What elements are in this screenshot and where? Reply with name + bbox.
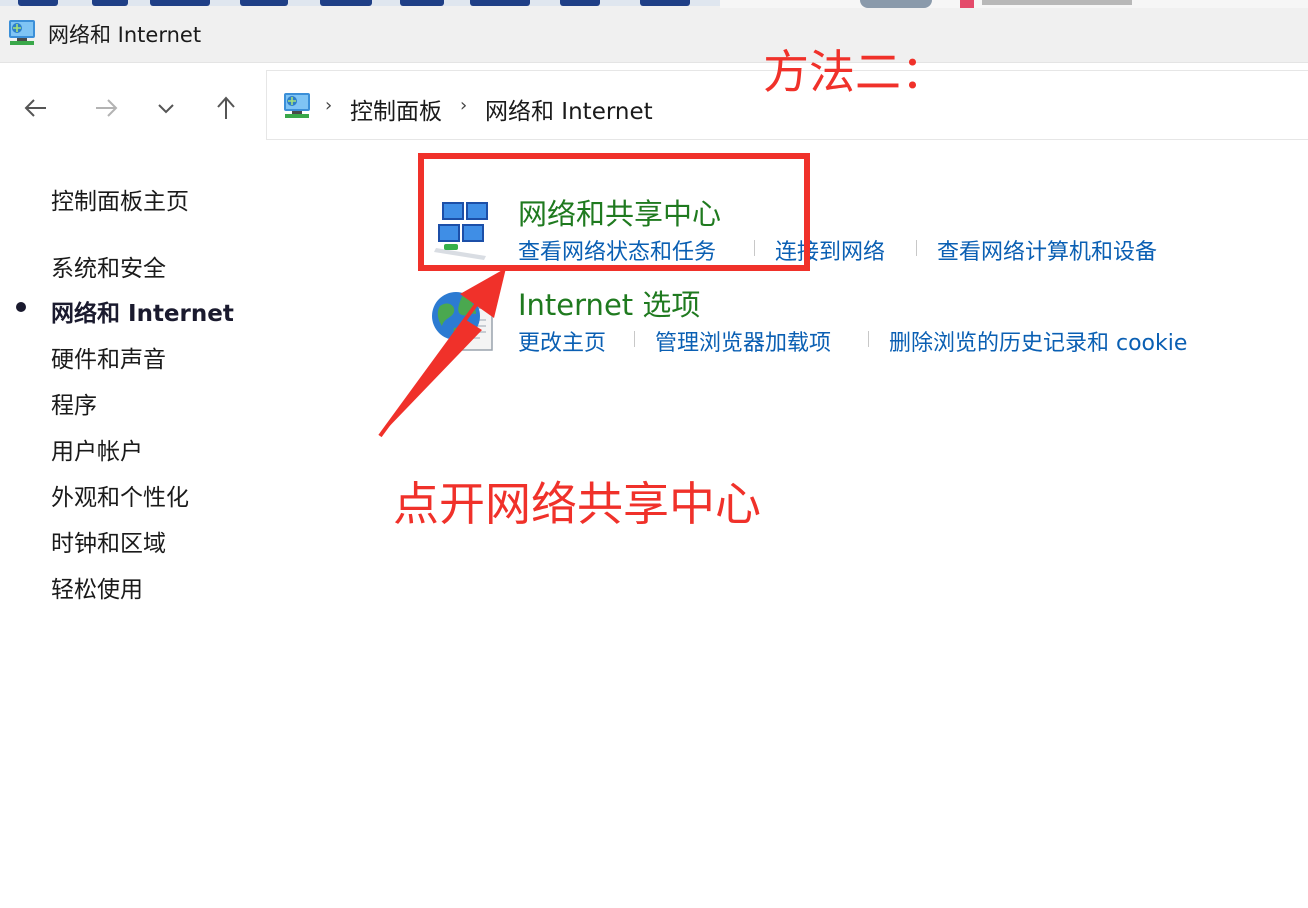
change-homepage-link[interactable]: 更改主页: [518, 325, 606, 357]
manage-add-ons-link[interactable]: 管理浏览器加载项: [655, 325, 831, 357]
annotation-highlight-box: [418, 153, 810, 271]
chevron-down-icon: [158, 104, 174, 114]
breadcrumb-separator-icon[interactable]: ›: [325, 95, 332, 116]
background-taskbar-remnant: [720, 0, 1308, 8]
link-separator: [916, 240, 917, 256]
sidebar-item-hardware-sound[interactable]: 硬件和声音: [51, 340, 166, 374]
annotation-arrow-icon: [378, 268, 506, 438]
arrow-left-icon: [24, 99, 46, 117]
sidebar-item-programs[interactable]: 程序: [51, 386, 97, 420]
active-bullet: [16, 302, 26, 312]
forward-button[interactable]: [86, 86, 126, 130]
link-separator: [868, 331, 869, 347]
sidebar-item-network-internet[interactable]: 网络和 Internet: [51, 294, 234, 328]
background-window-remnant: [0, 0, 720, 6]
sidebar-item-user-accounts[interactable]: 用户帐户: [51, 432, 143, 466]
network-internet-icon: [9, 20, 35, 45]
breadcrumb-separator-icon[interactable]: ›: [460, 95, 467, 116]
recent-locations-button[interactable]: [146, 86, 186, 130]
sidebar-item-system-security[interactable]: 系统和安全: [51, 249, 166, 283]
annotation-instruction: 点开网络共享中心: [393, 477, 761, 531]
sidebar-item-ease-of-access[interactable]: 轻松使用: [51, 570, 143, 604]
title-bar: 网络和 Internet: [0, 0, 1308, 63]
breadcrumb-control-panel[interactable]: 控制面板: [350, 92, 442, 126]
sidebar-item-appearance[interactable]: 外观和个性化: [51, 478, 189, 512]
network-internet-icon: [284, 93, 310, 118]
delete-browsing-history-link[interactable]: 删除浏览的历史记录和 cookie: [889, 325, 1187, 357]
breadcrumb-network-internet[interactable]: 网络和 Internet: [485, 92, 653, 126]
up-button[interactable]: [206, 86, 246, 130]
sidebar-item-control-panel-home[interactable]: 控制面板主页: [51, 182, 189, 216]
arrow-right-icon: [96, 99, 118, 117]
window-title: 网络和 Internet: [48, 23, 202, 47]
sidebar-item-clock-region[interactable]: 时钟和区域: [51, 524, 166, 558]
back-button[interactable]: [16, 86, 56, 130]
annotation-method-label: 方法二：: [763, 45, 947, 99]
arrow-up-icon: [217, 96, 235, 119]
link-separator: [634, 331, 635, 347]
view-network-computers-link[interactable]: 查看网络计算机和设备: [937, 234, 1157, 266]
internet-options-link[interactable]: Internet 选项: [518, 282, 700, 324]
